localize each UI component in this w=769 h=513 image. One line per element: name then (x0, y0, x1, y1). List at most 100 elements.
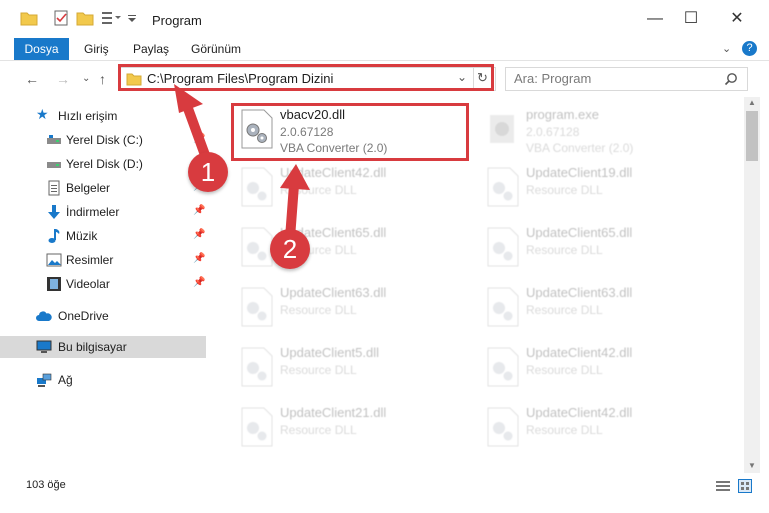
sidebar-item-label: Yerel Disk (C:) (66, 133, 143, 147)
search-placeholder: Ara: Program (514, 71, 592, 86)
window-title: Program (152, 13, 202, 28)
file-name: UpdateClient21.dll (280, 405, 387, 420)
scroll-up-icon[interactable]: ▲ (748, 98, 756, 107)
search-icon[interactable] (724, 72, 738, 86)
sidebar-item-belgeler[interactable]: Belgeler 📌 (0, 177, 206, 199)
up-button[interactable]: ↑ (99, 71, 106, 87)
sidebar-item-ag[interactable]: Ağ (0, 369, 206, 391)
scroll-down-icon[interactable]: ▼ (748, 461, 756, 470)
help-button[interactable]: ? (742, 41, 757, 56)
chevron-down-icon[interactable]: ⌄ (722, 38, 731, 60)
file-name: UpdateClient63.dll (526, 285, 633, 300)
dll-gear-icon (487, 407, 519, 447)
view-options-icon[interactable] (100, 9, 122, 27)
dll-gear-icon (241, 347, 273, 387)
vertical-scrollbar[interactable]: ▲ ▼ (744, 97, 760, 473)
sidebar-item-quick-access[interactable]: ★ Hızlı erişim (0, 105, 206, 127)
sidebar-item-onedrive[interactable]: OneDrive (0, 305, 206, 327)
file-description: Resource DLL (526, 243, 603, 257)
file-item[interactable]: UpdateClient63.dll Resource DLL (480, 279, 720, 335)
file-highlight (231, 103, 469, 161)
folder-icon (20, 12, 38, 26)
documents-icon (48, 180, 60, 196)
file-name: UpdateClient63.dll (280, 285, 387, 300)
sidebar-item-label: Bu bilgisayar (58, 340, 127, 354)
file-item[interactable]: UpdateClient63.dll Resource DLL (234, 279, 474, 335)
maximize-button[interactable]: ☐ (668, 0, 714, 38)
dll-gear-icon (487, 167, 519, 207)
file-item[interactable]: UpdateClient42.dll Resource DLL (234, 159, 474, 215)
sidebar-item-resimler[interactable]: Resimler 📌 (0, 249, 206, 271)
sidebar-item-label: Müzik (66, 229, 98, 243)
large-icons-view-icon[interactable] (738, 479, 752, 493)
file-name: UpdateClient19.dll (526, 165, 633, 180)
sidebar-item-label: Videolar (66, 277, 110, 291)
new-folder-icon[interactable] (76, 9, 94, 27)
dll-gear-icon (487, 227, 519, 267)
details-view-icon[interactable] (716, 480, 730, 492)
file-version: 2.0.67128 (526, 125, 580, 139)
scrollbar-thumb[interactable] (746, 111, 758, 161)
file-name: UpdateClient42.dll (526, 405, 633, 420)
close-button[interactable]: ✕ (714, 0, 760, 38)
file-item[interactable]: UpdateClient21.dll Resource DLL (234, 399, 474, 455)
star-icon: ★ (36, 106, 49, 122)
network-icon (37, 373, 52, 387)
file-description: Resource DLL (526, 303, 603, 317)
file-description: Resource DLL (280, 423, 357, 437)
address-bar-highlight (118, 64, 494, 91)
file-name: UpdateClient65.dll (526, 225, 633, 240)
file-name: UpdateClient5.dll (280, 345, 380, 360)
sidebar-item-muzik[interactable]: Müzik 📌 (0, 225, 206, 247)
file-item[interactable]: UpdateClient42.dll Resource DLL (480, 339, 720, 395)
sidebar-item-videolar[interactable]: Videolar 📌 (0, 273, 206, 295)
file-description: Resource DLL (526, 363, 603, 377)
file-description: Resource DLL (280, 183, 357, 197)
file-name: UpdateClient42.dll (280, 165, 387, 180)
navigation-pane: ★ Hızlı erişim Yerel Disk (C:) 📌 Yerel D… (0, 97, 210, 473)
dll-gear-icon (241, 167, 273, 207)
step-1-badge: 1 (188, 152, 228, 192)
pin-icon[interactable]: 📌 (193, 229, 205, 240)
file-name: UpdateClient42.dll (526, 345, 633, 360)
tab-gorunum[interactable]: Görünüm (191, 38, 241, 60)
sidebar-item-label: Belgeler (66, 181, 111, 195)
pin-icon[interactable]: 📌 (193, 277, 205, 288)
file-name: program.exe (526, 107, 599, 122)
drive-icon (47, 135, 61, 144)
item-count: 103 öğe (26, 479, 66, 491)
sidebar-item-indirmeler[interactable]: İndirmeler 📌 (0, 201, 206, 223)
dll-gear-icon (487, 347, 519, 387)
ribbon-tabs: Dosya Giriş Paylaş Görünüm ⌄ ? (0, 38, 769, 61)
file-item[interactable]: UpdateClient65.dll Resource DLL (480, 219, 720, 275)
sidebar-item-label: Hızlı erişim (58, 109, 118, 123)
tab-giris[interactable]: Giriş (84, 38, 109, 60)
dll-gear-icon (241, 407, 273, 447)
tab-dosya[interactable]: Dosya (14, 38, 69, 60)
file-item[interactable]: UpdateClient42.dll Resource DLL (480, 399, 720, 455)
recent-locations-button[interactable]: ⌄ (82, 73, 90, 84)
sidebar-item-local-disk-d[interactable]: Yerel Disk (D:) 📌 (0, 153, 206, 175)
file-description: Resource DLL (526, 423, 603, 437)
tab-paylas[interactable]: Paylaş (133, 38, 169, 60)
forward-button[interactable]: → (56, 71, 70, 87)
file-description: VBA Converter (2.0) (526, 141, 634, 155)
search-box[interactable]: Ara: Program (505, 67, 748, 91)
music-icon (48, 229, 60, 243)
sidebar-item-label: Resimler (66, 253, 114, 267)
download-icon (48, 205, 60, 219)
pin-icon[interactable]: 📌 (193, 205, 205, 216)
file-item[interactable]: UpdateClient19.dll Resource DLL (480, 159, 720, 215)
file-item[interactable]: UpdateClient5.dll Resource DLL (234, 339, 474, 395)
cloud-icon (36, 311, 52, 321)
customize-toolbar-icon[interactable] (127, 9, 137, 27)
computer-icon (36, 340, 52, 353)
pin-icon[interactable]: 📌 (193, 133, 205, 144)
sidebar-item-local-disk-c[interactable]: Yerel Disk (C:) 📌 (0, 129, 206, 151)
sidebar-item-bu-bilgisayar[interactable]: Bu bilgisayar (0, 336, 206, 358)
properties-icon[interactable] (52, 9, 70, 27)
back-button[interactable]: ← (25, 71, 39, 87)
file-item-program-exe[interactable]: program.exe 2.0.67128 VBA Converter (2.0… (480, 101, 720, 157)
pin-icon[interactable]: 📌 (193, 253, 205, 264)
drive-icon (47, 162, 61, 168)
